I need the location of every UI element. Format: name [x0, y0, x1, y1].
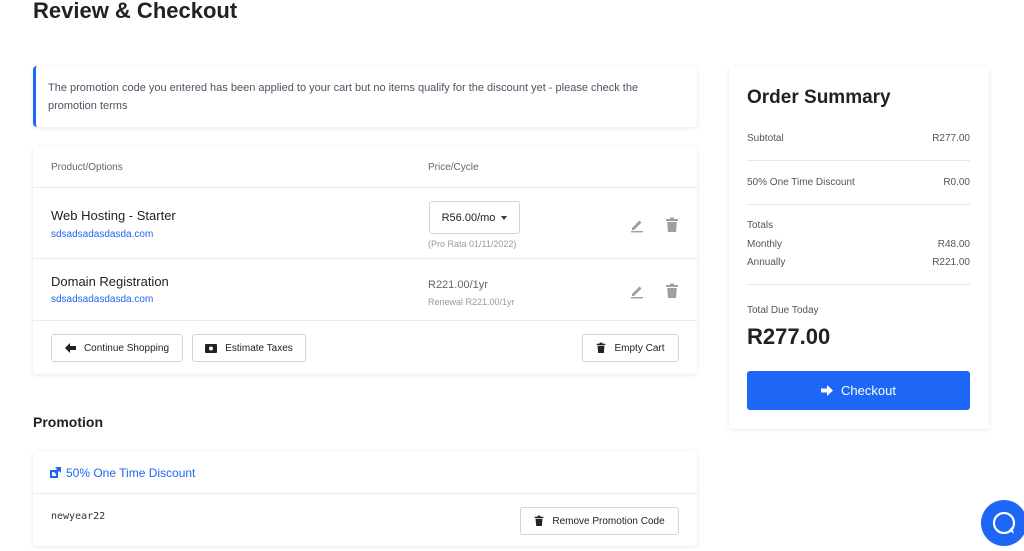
billing-cycle-value: R56.00/mo [441, 211, 496, 224]
subtotal-value: R277.00 [932, 133, 970, 144]
cart-item-row: Domain Registration sdsadsadasdasda.com … [33, 259, 697, 321]
trash-icon [535, 515, 544, 526]
chat-icon [992, 511, 1016, 535]
alert-message: The promotion code you entered has been … [48, 82, 639, 112]
subtotal-label: Subtotal [747, 133, 784, 144]
promotion-card: 50% One Time Discount newyear22 Remove P… [33, 451, 697, 546]
monthly-label: Monthly [747, 239, 783, 250]
chevron-down-icon [501, 215, 508, 220]
annually-line: Annually R221.00 [747, 257, 970, 268]
cart-table: Product/Options Price/Cycle Web Hosting … [33, 146, 697, 374]
pencil-icon [631, 286, 643, 299]
promotion-code: newyear22 [51, 511, 106, 522]
checkout-label: Checkout [841, 383, 896, 398]
product-domain-link[interactable]: sdsadsadasdasda.com [51, 229, 153, 240]
cart-item-row: Web Hosting - Starter sdsadsadasdasda.co… [33, 188, 697, 259]
total-due-amount: R277.00 [747, 324, 831, 349]
totals-label: Totals [747, 220, 774, 231]
subtotal-line: Subtotal R277.00 [747, 133, 970, 144]
promotion-name: 50% One Time Discount [66, 466, 196, 480]
discount-label: 50% One Time Discount [747, 177, 855, 188]
remove-item-button[interactable] [663, 282, 681, 300]
divider [747, 204, 970, 205]
money-icon [205, 343, 218, 353]
monthly-line: Monthly R48.00 [747, 239, 970, 250]
promotion-header: 50% One Time Discount [33, 451, 697, 494]
empty-cart-button[interactable]: Empty Cart [582, 334, 679, 362]
monthly-value: R48.00 [937, 239, 970, 250]
annually-value: R221.00 [932, 257, 970, 268]
divider [747, 284, 970, 285]
empty-cart-label: Empty Cart [614, 342, 665, 354]
continue-shopping-label: Continue Shopping [83, 342, 170, 354]
trash-icon [597, 342, 606, 353]
estimate-taxes-button[interactable]: Estimate Taxes [192, 334, 306, 362]
total-due-label: Total Due Today [747, 305, 819, 316]
checkout-button[interactable]: Checkout [747, 371, 970, 410]
remove-item-button[interactable] [663, 216, 681, 234]
remove-promotion-button[interactable]: Remove Promotion Code [520, 507, 679, 535]
arrow-left-icon [64, 343, 76, 353]
edit-item-button[interactable] [628, 216, 646, 234]
remove-promotion-label: Remove Promotion Code [552, 515, 665, 527]
continue-shopping-button[interactable]: Continue Shopping [51, 334, 183, 362]
estimate-taxes-label: Estimate Taxes [225, 342, 293, 354]
trash-icon [666, 217, 678, 232]
edit-item-button[interactable] [628, 282, 646, 300]
product-name: Web Hosting - Starter [51, 208, 176, 223]
promotion-heading: Promotion [33, 414, 103, 430]
trash-icon [666, 283, 678, 298]
pencil-icon [631, 220, 643, 233]
discount-value: R0.00 [943, 177, 970, 188]
price-column-header: Price/Cycle [428, 162, 479, 173]
external-link-icon [50, 467, 61, 478]
divider [747, 160, 970, 161]
chat-widget-button[interactable] [981, 500, 1024, 546]
totals-line: Totals [747, 220, 970, 231]
renewal-note: Renewal R221.00/1yr [428, 297, 515, 307]
page-title: Review & Checkout [33, 0, 238, 23]
billing-cycle-select[interactable]: R56.00/mo [429, 201, 520, 234]
discount-line: 50% One Time Discount R0.00 [747, 177, 970, 188]
promo-alert: The promotion code you entered has been … [33, 66, 697, 127]
item-price: R221.00/1yr [428, 279, 488, 291]
cart-header: Product/Options Price/Cycle [33, 146, 697, 188]
arrow-right-icon [821, 385, 834, 396]
product-domain-link[interactable]: sdsadsadasdasda.com [51, 294, 153, 305]
product-name: Domain Registration [51, 274, 169, 289]
order-summary: Order Summary Subtotal R277.00 50% One T… [729, 66, 989, 429]
order-summary-title: Order Summary [747, 87, 891, 108]
annually-label: Annually [747, 257, 786, 268]
product-column-header: Product/Options [51, 162, 123, 173]
pro-rata-note: (Pro Rata 01/11/2022) [428, 239, 517, 249]
